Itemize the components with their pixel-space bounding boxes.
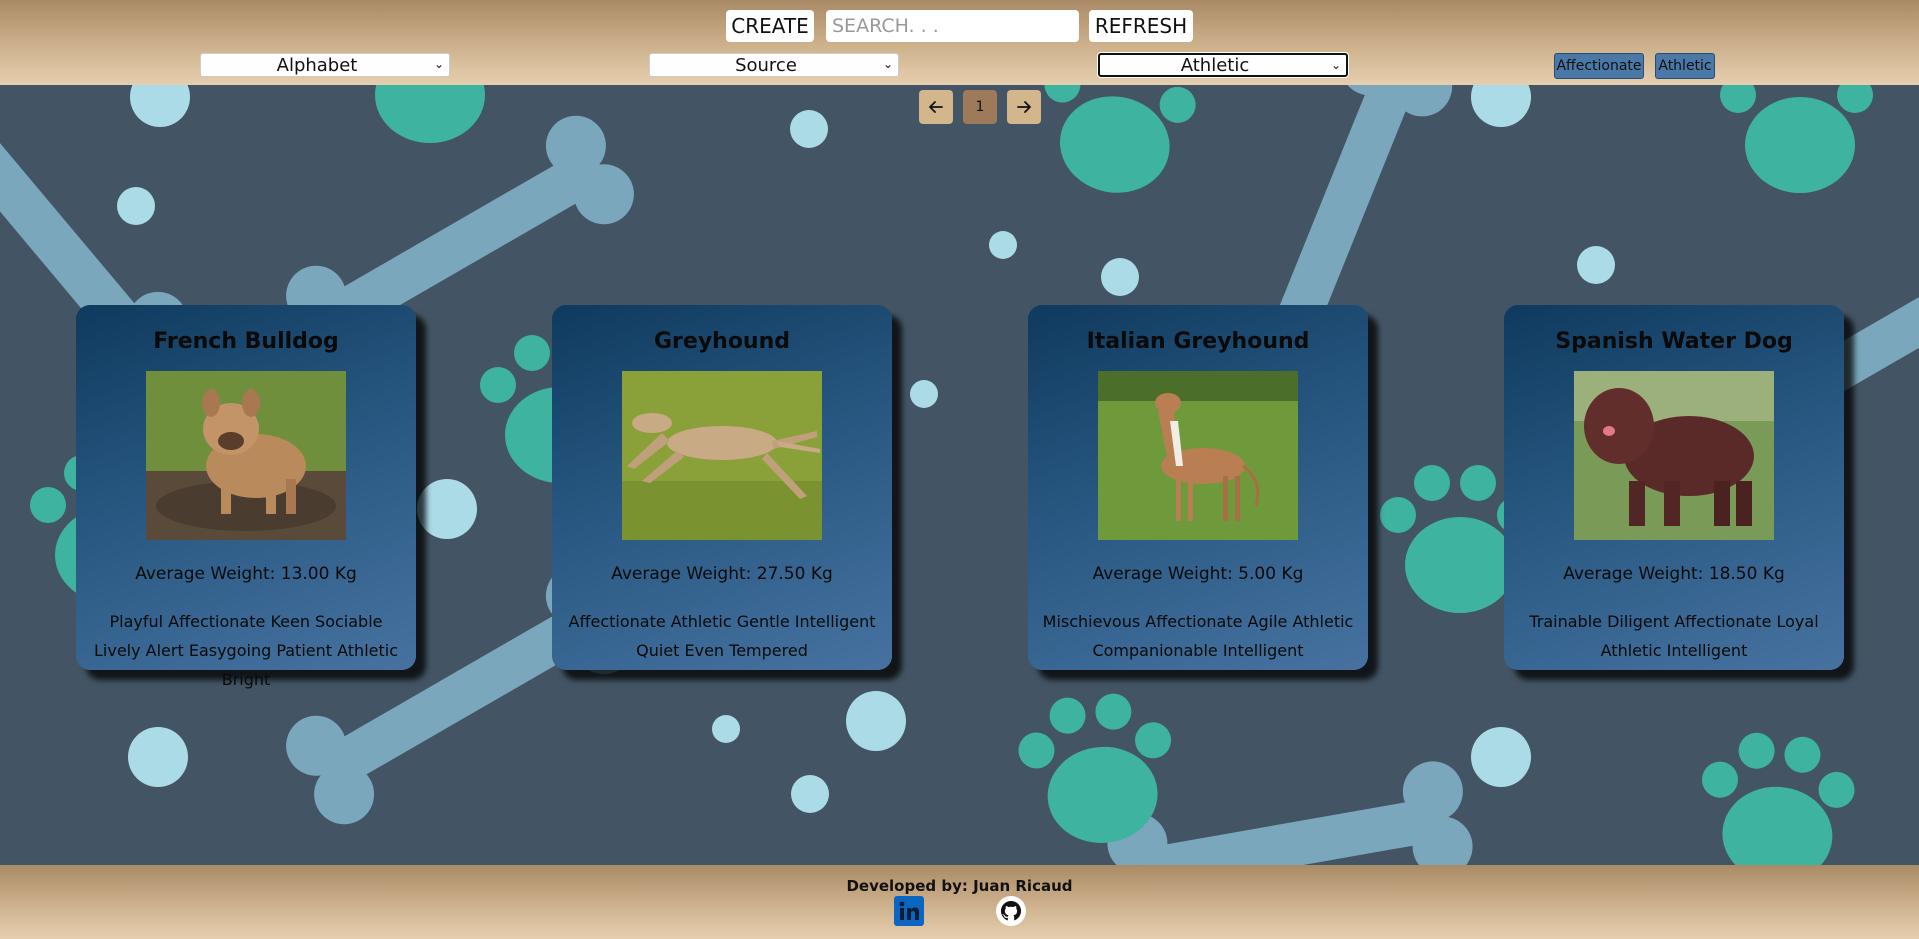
dog-name: Greyhound (653, 329, 791, 354)
paw-decoration (1693, 728, 1859, 865)
create-button[interactable]: CREATE (726, 10, 814, 42)
dog-weight: Average Weight: 5.00 Kg (1092, 564, 1304, 584)
temperament-select-value: Athletic (1180, 54, 1250, 76)
paw-decoration (350, 85, 503, 143)
dog-image (146, 371, 346, 540)
chevron-down-icon: ⌄ (1330, 58, 1341, 72)
dog-temperament: Playful Affectionate Keen Sociable Livel… (93, 612, 398, 689)
refresh-button[interactable]: REFRESH (1089, 10, 1193, 42)
paw-decoration (1720, 85, 1873, 193)
dog-weight: Average Weight: 18.50 Kg (1563, 564, 1785, 584)
arrow-left-icon (929, 101, 943, 113)
chevron-down-icon: ⌄ (433, 57, 444, 71)
dog-name: Italian Greyhound (1086, 329, 1310, 354)
source-select[interactable]: Source ⌄ (649, 53, 899, 77)
dog-name: Spanish Water Dog (1555, 329, 1793, 354)
filter-tag-affectionate[interactable]: Affectionate (1554, 53, 1644, 79)
developer-credit: Developed by: Juan Ricaud (846, 877, 1073, 895)
bone-decoration (1102, 756, 1478, 865)
arrow-right-icon (1017, 101, 1031, 113)
dog-image (1574, 371, 1774, 540)
dog-card[interactable]: Greyhound Average Weight: 27.50 Kg Affec… (552, 305, 892, 670)
source-select-value: Source (735, 54, 797, 76)
github-icon (996, 896, 1026, 926)
search-input[interactable]: SEARCH. . . (826, 10, 1079, 42)
sort-select-value: Alphabet (276, 54, 358, 76)
prev-page-button[interactable] (919, 90, 953, 124)
dog-temperament: Trainable Diligent Affectionate Loyal At… (1529, 612, 1819, 660)
dog-weight: Average Weight: 27.50 Kg (611, 564, 833, 584)
dog-name: French Bulldog (153, 329, 339, 354)
dog-temperament: Mischievous Affectionate Agile Athletic … (1042, 612, 1354, 660)
dog-card[interactable]: Italian Greyhound Average Weight: 5.00 K… (1028, 305, 1368, 670)
linkedin-icon (894, 896, 924, 926)
page-number-button[interactable]: 1 (963, 90, 997, 124)
top-bar: CREATE SEARCH. . . REFRESH Alphabet ⌄ So… (0, 0, 1919, 85)
sort-select[interactable]: Alphabet ⌄ (200, 53, 450, 77)
dog-card[interactable]: French Bulldog Average Weight: 13.00 Kg … (76, 305, 416, 689)
dog-image (1098, 371, 1298, 540)
dog-card[interactable]: Spanish Water Dog Average Weight: 18.50 … (1504, 305, 1844, 670)
dog-image (622, 371, 822, 540)
linkedin-link[interactable] (894, 896, 924, 930)
chevron-down-icon: ⌄ (882, 57, 893, 71)
next-page-button[interactable] (1007, 90, 1041, 124)
filter-tag-athletic[interactable]: Athletic (1655, 53, 1715, 79)
dog-temperament: Affectionate Athletic Gentle Intelligent… (568, 612, 876, 660)
dog-weight: Average Weight: 13.00 Kg (135, 564, 357, 584)
temperament-select[interactable]: Athletic ⌄ (1098, 53, 1348, 77)
paw-decoration (1027, 85, 1205, 205)
github-link[interactable] (996, 896, 1026, 930)
footer: Developed by: Juan Ricaud (0, 865, 1919, 939)
